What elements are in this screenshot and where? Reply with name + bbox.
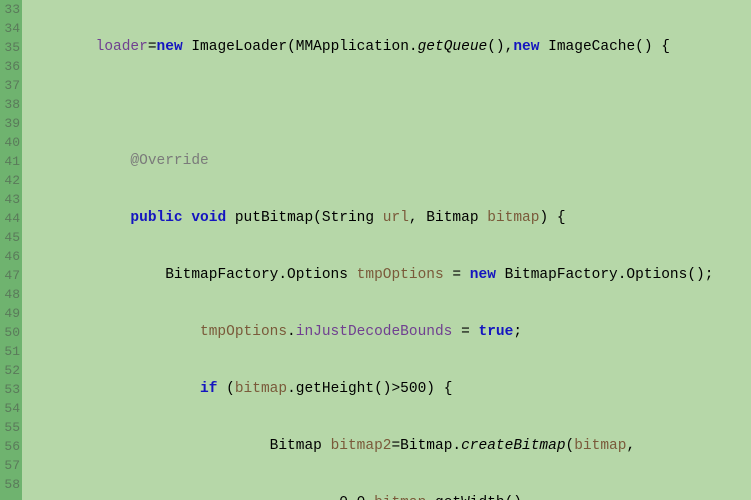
- line-number: 56: [0, 437, 20, 456]
- line-number: 44: [0, 209, 20, 228]
- line-number: 49: [0, 304, 20, 323]
- line-number: 34: [0, 19, 20, 38]
- line-number: 45: [0, 228, 20, 247]
- code-line: BitmapFactory.Options tmpOptions = new B…: [26, 266, 751, 285]
- line-number: 40: [0, 133, 20, 152]
- line-number: 38: [0, 95, 20, 114]
- line-number: 51: [0, 342, 20, 361]
- line-number: 47: [0, 266, 20, 285]
- line-number: 48: [0, 285, 20, 304]
- line-number: 50: [0, 323, 20, 342]
- line-number: 43: [0, 190, 20, 209]
- code-line: [26, 95, 751, 114]
- line-number: 57: [0, 456, 20, 475]
- line-number-gutter: 3334353637383940414243444546474849505152…: [0, 0, 22, 500]
- line-number: 33: [0, 0, 20, 19]
- line-number: 53: [0, 380, 20, 399]
- code-area: loader=new ImageLoader(MMApplication.get…: [22, 0, 751, 500]
- code-editor: 3334353637383940414243444546474849505152…: [0, 0, 751, 500]
- code-line: Bitmap bitmap2=Bitmap.createBitmap(bitma…: [26, 437, 751, 456]
- code-line: tmpOptions.inJustDecodeBounds = true;: [26, 323, 751, 342]
- line-number: 35: [0, 38, 20, 57]
- code-line: if (bitmap.getHeight()>500) {: [26, 380, 751, 399]
- line-number: 46: [0, 247, 20, 266]
- line-number: 52: [0, 361, 20, 380]
- code-line: public void putBitmap(String url, Bitmap…: [26, 209, 751, 228]
- line-number: 42: [0, 171, 20, 190]
- line-number: 41: [0, 152, 20, 171]
- line-number: 37: [0, 76, 20, 95]
- code-line: loader=new ImageLoader(MMApplication.get…: [26, 38, 751, 57]
- line-number: 36: [0, 57, 20, 76]
- line-number: 39: [0, 114, 20, 133]
- code-line: @Override: [26, 152, 751, 171]
- line-number: 55: [0, 418, 20, 437]
- line-number: 54: [0, 399, 20, 418]
- code-line: 0,0,bitmap.getWidth(),: [26, 494, 751, 500]
- line-number: 58: [0, 475, 20, 494]
